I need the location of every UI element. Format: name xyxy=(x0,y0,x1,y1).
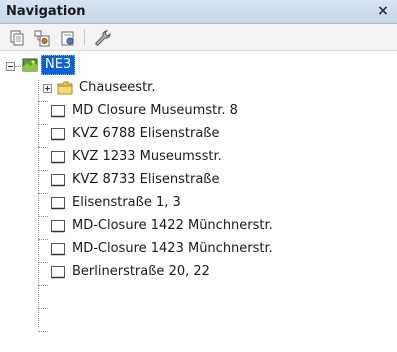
tree-leaf-node[interactable]: MD Closure Museumstr. 8 xyxy=(0,100,397,122)
tree-leaf-label: KVZ 6788 Elisenstraße xyxy=(72,126,220,141)
expand-toggle[interactable] xyxy=(43,84,52,93)
document-icon xyxy=(51,197,65,210)
wrench-icon xyxy=(95,30,111,46)
tree-leaf-node[interactable]: Elisenstraße 1, 3 xyxy=(0,192,397,214)
tree-leaf-label: MD-Closure 1422 Münchnerstr. xyxy=(72,218,273,233)
tree-connector xyxy=(38,285,48,286)
document-icon xyxy=(51,220,65,233)
tree-leaf-node[interactable]: MD-Closure 1422 Münchnerstr. xyxy=(0,215,397,237)
tree-folder-label: Chauseestr. xyxy=(79,80,156,95)
map-node-icon xyxy=(22,58,38,72)
tree-connector xyxy=(15,66,21,67)
panel-title: Navigation xyxy=(6,4,86,19)
tree-leaf-label: Berlinerstraße 20, 22 xyxy=(72,264,210,279)
document-icon xyxy=(51,174,65,187)
document-icon xyxy=(51,105,65,118)
tree-leaf-label: MD Closure Museumstr. 8 xyxy=(72,103,238,118)
collapse-toggle[interactable] xyxy=(6,62,15,71)
folder-icon xyxy=(57,81,73,95)
tree-root-node[interactable]: NE3 xyxy=(0,54,200,76)
wrench-button[interactable] xyxy=(92,28,112,48)
node-properties-icon xyxy=(61,31,74,46)
navigation-tree: NE3 Chauseestr. MD Closure Museumstr. 8 K… xyxy=(0,52,397,352)
document-icon xyxy=(51,243,65,256)
copy-pages-button[interactable] xyxy=(6,28,26,48)
node-settings-icon xyxy=(34,30,50,47)
document-icon xyxy=(51,128,65,141)
navigation-panel: Navigation × NE3 Chauseestr. MD Closure … xyxy=(0,0,397,352)
tree-leaf-node[interactable]: KVZ 1233 Museumsstr. xyxy=(0,146,397,168)
node-settings-button[interactable] xyxy=(32,28,52,48)
copy-pages-icon xyxy=(10,30,24,46)
close-button[interactable]: × xyxy=(375,3,391,19)
tree-leaf-node[interactable]: MD-Closure 1423 Münchnerstr. xyxy=(0,238,397,260)
tree-connector xyxy=(38,308,48,309)
toolbar xyxy=(0,24,397,51)
tree-folder-node[interactable]: Chauseestr. xyxy=(0,77,250,99)
tree-leaf-node[interactable]: KVZ 6788 Elisenstraße xyxy=(0,123,397,145)
tree-leaf-label: KVZ 1233 Museumsstr. xyxy=(72,149,222,164)
tree-root-label: NE3 xyxy=(41,55,76,75)
tree-leaf-node[interactable]: Berlinerstraße 20, 22 xyxy=(0,261,397,283)
tree-leaf-label: Elisenstraße 1, 3 xyxy=(72,195,181,210)
document-icon xyxy=(51,151,65,164)
document-icon xyxy=(51,266,65,279)
tree-leaf-node[interactable]: KVZ 8733 Elisenstraße xyxy=(0,169,397,191)
tree-leaf-label: KVZ 8733 Elisenstraße xyxy=(72,172,220,187)
toolbar-separator xyxy=(84,29,85,45)
node-properties-button[interactable] xyxy=(58,28,78,48)
tree-connector xyxy=(38,331,48,332)
tree-leaf-label: MD-Closure 1423 Münchnerstr. xyxy=(72,241,273,256)
title-bar: Navigation × xyxy=(0,0,397,24)
